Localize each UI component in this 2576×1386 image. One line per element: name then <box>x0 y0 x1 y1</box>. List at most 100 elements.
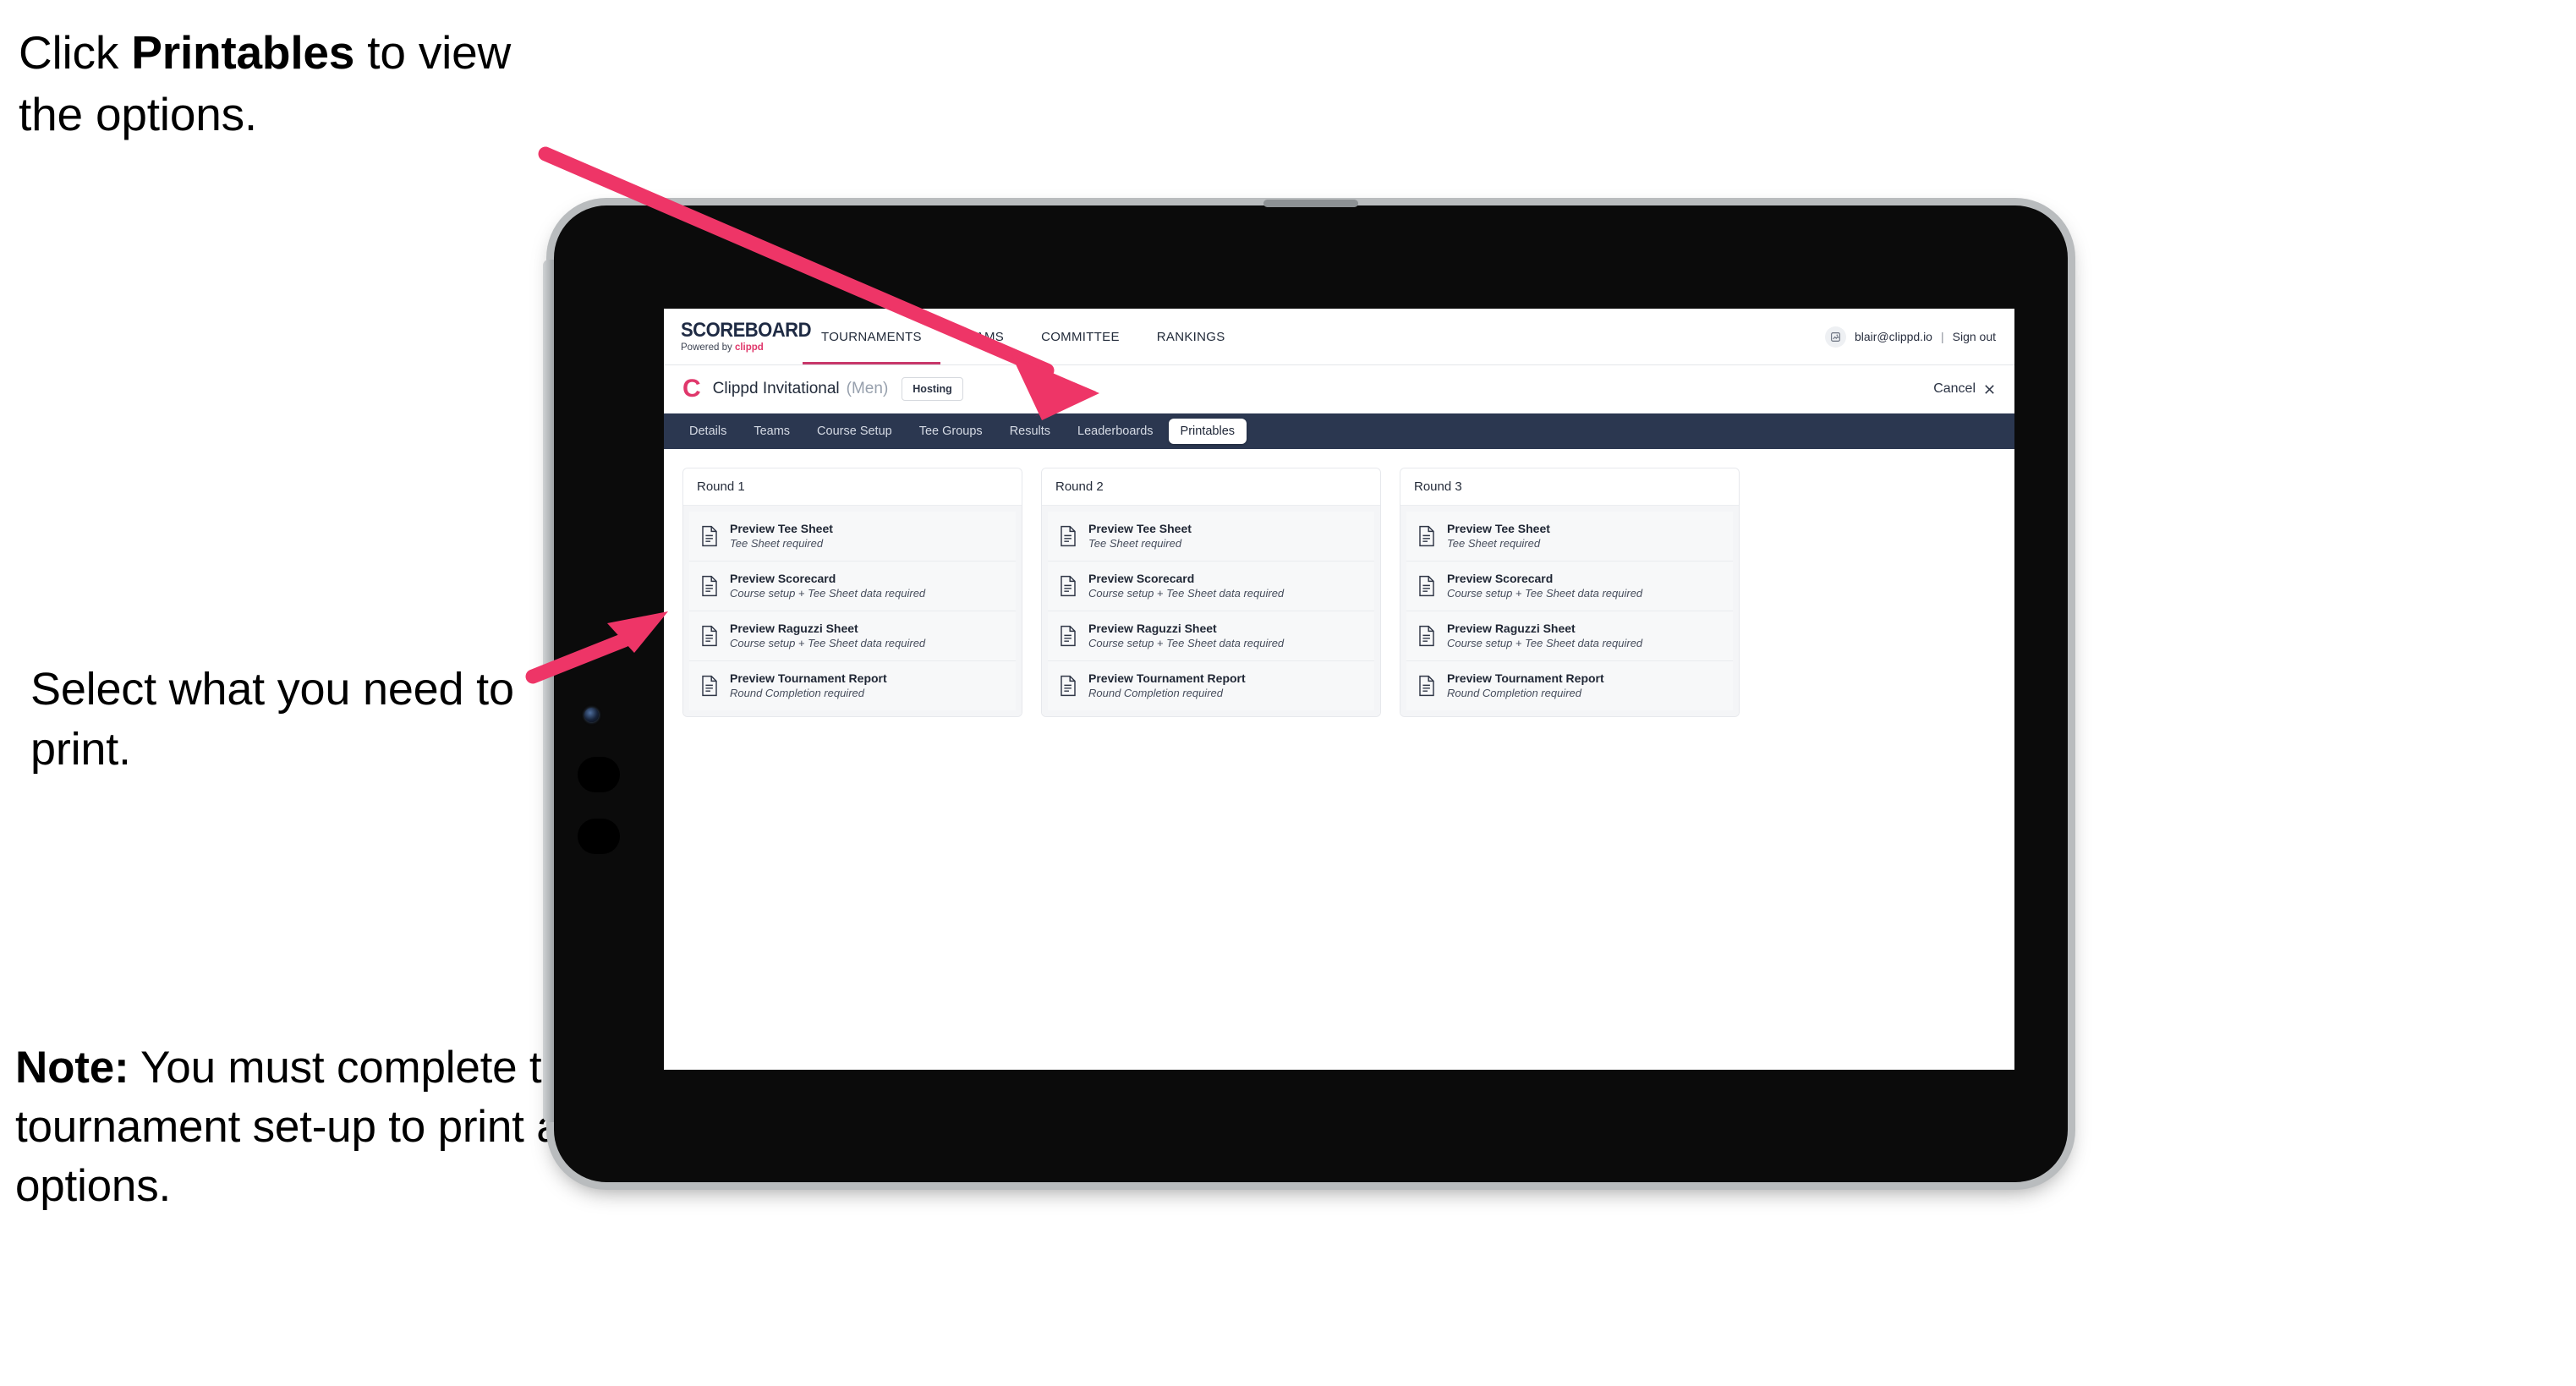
annotation-top-before: Click <box>19 26 132 79</box>
rounds-grid: Round 1 Preview Tee Sheet Tee Sheet requ… <box>682 468 1996 718</box>
list-item[interactable]: Preview Tournament Report Round Completi… <box>1406 661 1733 711</box>
hosting-badge[interactable]: Hosting <box>902 377 963 401</box>
event-title: Clippd Invitational <box>712 380 840 397</box>
round-items-list: Preview Tee Sheet Tee Sheet required Pre… <box>1042 506 1380 717</box>
document-icon <box>1419 625 1434 647</box>
document-icon <box>702 675 717 697</box>
event-gender-label: (Men) <box>846 380 889 397</box>
tab-results[interactable]: Results <box>998 419 1062 444</box>
app-top-bar: SCOREBOARD Powered by clippd TOURNAMENTS… <box>664 309 2014 365</box>
close-icon <box>1985 384 1994 394</box>
list-item[interactable]: Preview Raguzzi Sheet Course setup + Tee… <box>1406 611 1733 662</box>
list-item[interactable]: Preview Raguzzi Sheet Course setup + Tee… <box>1048 611 1374 662</box>
user-avatar-icon[interactable] <box>1824 326 1846 348</box>
list-item-text: Preview Scorecard Course setup + Tee She… <box>730 572 925 600</box>
list-item-title: Preview Tournament Report <box>730 671 887 686</box>
nav-item-tournaments[interactable]: TOURNAMENTS <box>803 309 940 364</box>
list-item-subtitle: Course setup + Tee Sheet data required <box>730 637 926 650</box>
list-item-text: Preview Scorecard Course setup + Tee She… <box>1447 572 1642 600</box>
tab-printables[interactable]: Printables <box>1168 419 1247 444</box>
list-item-title: Preview Raguzzi Sheet <box>1447 622 1576 636</box>
account-area: blair@clippd.io | Sign out <box>1824 309 2014 364</box>
document-icon <box>1061 625 1076 647</box>
account-email: blair@clippd.io <box>1854 330 1932 343</box>
list-item-subtitle: Course setup + Tee Sheet data required <box>1088 637 1285 650</box>
printables-content: Round 1 Preview Tee Sheet Tee Sheet requ… <box>664 449 2014 718</box>
annotation-select-print: Select what you need to print. <box>30 664 514 775</box>
list-item-subtitle: Tee Sheet required <box>730 537 824 551</box>
list-item-title: Preview Tournament Report <box>1088 671 1246 686</box>
list-item-text: Preview Raguzzi Sheet Course setup + Tee… <box>730 622 925 650</box>
list-item[interactable]: Preview Tee Sheet Tee Sheet required <box>689 512 1016 562</box>
list-item-subtitle: Round Completion required <box>730 687 864 700</box>
list-item-text: Preview Tee Sheet Tee Sheet required <box>730 522 833 551</box>
round-column-2: Round 2 Preview Tee Sheet Tee Sheet requ… <box>1041 468 1381 718</box>
nav-item-rankings[interactable]: RANKINGS <box>1138 309 1244 364</box>
nav-item-committee[interactable]: COMMITTEE <box>1022 309 1138 364</box>
tablet-screen: SCOREBOARD Powered by clippd TOURNAMENTS… <box>664 309 2014 1070</box>
tablet-device: SCOREBOARD Powered by clippd TOURNAMENTS… <box>543 200 2068 1182</box>
list-item-subtitle: Course setup + Tee Sheet data required <box>1447 587 1643 600</box>
brand-powered-prefix: Powered by <box>681 342 735 353</box>
list-item-title: Preview Tournament Report <box>1447 671 1604 686</box>
list-item-title: Preview Scorecard <box>730 572 836 586</box>
document-icon <box>702 575 717 597</box>
clippd-logo-icon: C <box>682 375 701 403</box>
round-title: Round 3 <box>1400 468 1739 506</box>
round-items-list: Preview Tee Sheet Tee Sheet required Pre… <box>683 506 1022 717</box>
list-item-title: Preview Raguzzi Sheet <box>1088 622 1217 636</box>
list-item[interactable]: Preview Tee Sheet Tee Sheet required <box>1048 512 1374 562</box>
list-item[interactable]: Preview Tournament Report Round Completi… <box>1048 661 1374 711</box>
list-item-text: Preview Tournament Report Round Completi… <box>730 671 887 700</box>
document-icon <box>1419 525 1434 547</box>
annotation-top-bold: Printables <box>131 26 355 79</box>
list-item[interactable]: Preview Scorecard Course setup + Tee She… <box>1406 562 1733 612</box>
document-icon <box>1419 675 1434 697</box>
round-title: Round 2 <box>1042 468 1380 506</box>
list-item-subtitle: Course setup + Tee Sheet data required <box>730 587 926 600</box>
list-item-title: Preview Tee Sheet <box>1088 522 1192 535</box>
list-item-text: Preview Scorecard Course setup + Tee She… <box>1088 572 1284 600</box>
document-icon <box>1061 525 1076 547</box>
device-speaker <box>1263 200 1358 207</box>
cancel-button[interactable]: Cancel <box>1933 381 1996 397</box>
list-item-text: Preview Tournament Report Round Completi… <box>1088 671 1246 700</box>
list-item-text: Preview Tee Sheet Tee Sheet required <box>1447 522 1550 551</box>
list-item-subtitle: Tee Sheet required <box>1088 537 1182 551</box>
list-item-text: Preview Raguzzi Sheet Course setup + Tee… <box>1447 622 1642 650</box>
round-column-3: Round 3 Preview Tee Sheet Tee Sheet requ… <box>1400 468 1740 718</box>
device-volume-up-button[interactable] <box>578 757 620 792</box>
list-item[interactable]: Preview Scorecard Course setup + Tee She… <box>1048 562 1374 612</box>
device-camera-icon <box>584 708 599 722</box>
tab-teams[interactable]: Teams <box>742 419 802 444</box>
list-item-subtitle: Course setup + Tee Sheet data required <box>1447 637 1643 650</box>
brand-logo[interactable]: SCOREBOARD Powered by clippd <box>664 309 812 364</box>
brand-title: SCOREBOARD <box>681 318 812 342</box>
section-tab-bar: Details Teams Course Setup Tee Groups Re… <box>664 414 2014 449</box>
annotation-note-label: Note: <box>15 1043 129 1093</box>
list-item-subtitle: Round Completion required <box>1447 687 1581 700</box>
list-item[interactable]: Preview Tournament Report Round Completi… <box>689 661 1016 711</box>
list-item[interactable]: Preview Scorecard Course setup + Tee She… <box>689 562 1016 612</box>
list-item[interactable]: Preview Raguzzi Sheet Course setup + Tee… <box>689 611 1016 662</box>
list-item[interactable]: Preview Tee Sheet Tee Sheet required <box>1406 512 1733 562</box>
list-item-subtitle: Round Completion required <box>1088 687 1223 700</box>
tab-tee-groups[interactable]: Tee Groups <box>907 419 995 444</box>
list-item-subtitle: Course setup + Tee Sheet data required <box>1088 587 1285 600</box>
list-item-title: Preview Scorecard <box>1447 572 1554 586</box>
nav-item-teams[interactable]: TEAMS <box>940 309 1022 364</box>
tab-course-setup[interactable]: Course Setup <box>805 419 904 444</box>
list-item-text: Preview Tournament Report Round Completi… <box>1447 671 1604 700</box>
list-item-text: Preview Raguzzi Sheet Course setup + Tee… <box>1088 622 1284 650</box>
list-item-title: Preview Tee Sheet <box>1447 522 1550 535</box>
sign-out-link[interactable]: Sign out <box>1953 330 1996 343</box>
brand-powered-by: Powered by clippd <box>681 342 764 353</box>
device-volume-down-button[interactable] <box>578 819 620 854</box>
document-icon <box>1419 575 1434 597</box>
document-icon <box>1061 675 1076 697</box>
list-item-subtitle: Tee Sheet required <box>1447 537 1541 551</box>
tab-leaderboards[interactable]: Leaderboards <box>1066 419 1165 444</box>
round-title: Round 1 <box>683 468 1022 506</box>
document-icon <box>702 625 717 647</box>
tab-details[interactable]: Details <box>677 419 738 444</box>
